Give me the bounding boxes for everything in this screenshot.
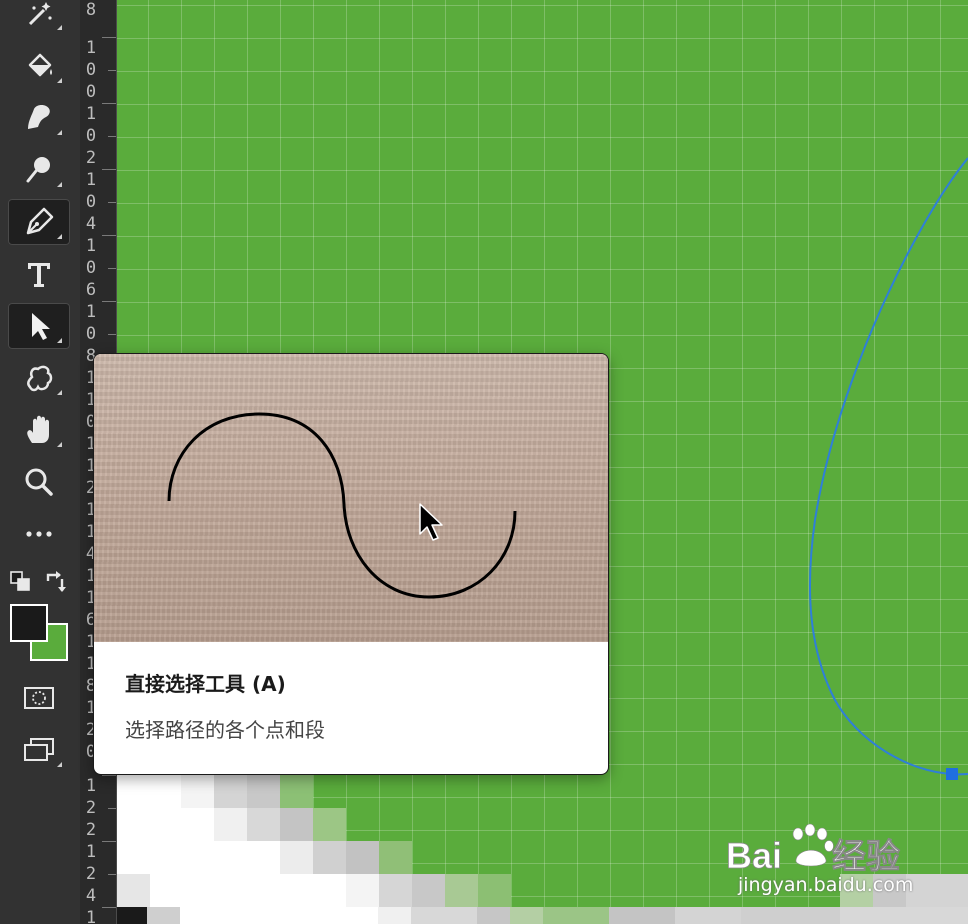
screen-mode-button[interactable] [8, 727, 70, 773]
cursor-icon [419, 503, 443, 541]
magic-wand-tool[interactable] [8, 0, 70, 36]
quick-mask-icon [24, 687, 54, 709]
dodge-tool[interactable] [8, 147, 70, 193]
custom-shape-tool[interactable] [8, 355, 70, 401]
more-tools-button[interactable] [8, 511, 70, 557]
default-colors-button[interactable] [10, 571, 32, 593]
direct-selection-icon [32, 313, 50, 340]
swap-colors-button[interactable] [44, 571, 68, 595]
tooltip-preview-image [94, 354, 608, 642]
anchor-point[interactable] [946, 768, 958, 780]
custom-shape-icon [27, 365, 53, 392]
magic-wand-icon [28, 2, 52, 26]
ruler-label: 8 [85, 0, 97, 20]
vector-path[interactable] [809, 157, 968, 776]
ruler-label: 1 0 0 [85, 38, 97, 102]
tooltip-title: 直接选择工具 (A) [125, 672, 286, 696]
type-tool[interactable] [8, 251, 70, 297]
hand-icon [27, 415, 49, 443]
smudge-tool[interactable] [8, 95, 70, 141]
more-tools-icon [26, 531, 52, 537]
screen-mode-icon [24, 738, 54, 761]
ruler-label: 1 2 4 [85, 842, 97, 906]
hand-tool[interactable] [8, 407, 70, 453]
paint-bucket-tool[interactable] [8, 43, 70, 89]
swap-colors-icon [46, 571, 66, 592]
path-demo-illustration [167, 412, 517, 599]
svg-text:经验: 经验 [832, 837, 900, 876]
default-colors-icon [10, 571, 30, 591]
svg-text:Bai: Bai [726, 835, 782, 876]
pen-tool[interactable] [8, 199, 70, 245]
zoom-tool[interactable] [8, 459, 70, 505]
ruler-label: 1 0 6 [85, 236, 97, 300]
direct-selection-tool[interactable] [8, 303, 70, 349]
foreground-color-swatch[interactable] [10, 604, 48, 642]
ruler-label: 1 [85, 908, 97, 924]
pen-icon [26, 207, 54, 235]
ruler-label: 1 2 2 [85, 776, 97, 840]
watermark-url: jingyan.baidu.com [738, 874, 914, 896]
tool-tooltip: 直接选择工具 (A) 选择路径的各个点和段 [93, 353, 609, 775]
quick-mask-button[interactable] [8, 675, 70, 721]
smudge-icon [28, 105, 50, 129]
tools-panel [0, 0, 81, 924]
dodge-icon [26, 157, 50, 183]
tooltip-description: 选择路径的各个点和段 [125, 718, 325, 742]
paint-bucket-icon [28, 53, 52, 77]
ruler-label: 1 0 2 [85, 104, 97, 168]
zoom-icon [25, 468, 53, 496]
baidu-jingyan-watermark: Bai 经验 jingyan.baidu.com [726, 816, 926, 906]
type-icon [28, 263, 50, 287]
ruler-label: 1 0 4 [85, 170, 97, 234]
